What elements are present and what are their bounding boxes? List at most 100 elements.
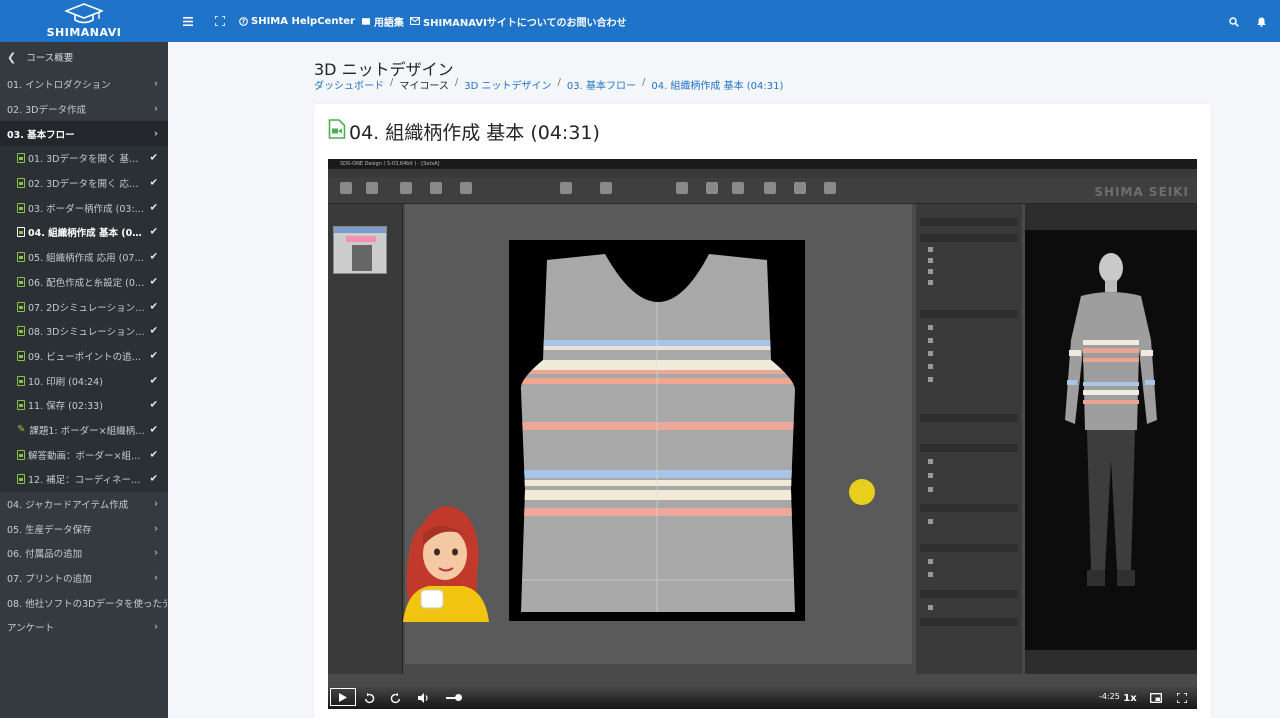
video-file-icon (17, 375, 25, 386)
volume-icon (417, 693, 428, 703)
check-icon: ✔ (149, 325, 158, 337)
help-center-link[interactable]: ? SHIMA HelpCenter (239, 16, 355, 27)
breadcrumb-dashboard[interactable]: ダッシュボード (314, 77, 384, 92)
chevron-right-icon: › (154, 547, 158, 559)
chevron-right-icon: › (154, 498, 158, 510)
video-file-icon (17, 252, 25, 263)
lesson-item[interactable]: 10. 印刷 (04:24) ✔ (0, 368, 168, 393)
pattern-thumbnail (333, 226, 387, 274)
video-file-icon (17, 153, 25, 164)
lesson-item[interactable]: 解答動画：ボーダー×組織... ✔ (0, 442, 168, 467)
breadcrumb-section[interactable]: 03. 基本フロー (567, 77, 636, 92)
work-menu-subitem (928, 571, 1014, 578)
question-circle-icon: ? (239, 16, 248, 26)
sidebar-section[interactable]: 01. イントロダクション › (0, 72, 168, 97)
work-menu-subitem (928, 257, 1014, 264)
fullscreen-button[interactable] (215, 16, 225, 26)
work-menu-subitem (928, 458, 1014, 465)
work-menu-subitem (928, 363, 1014, 370)
work-menu-subitem (928, 268, 1014, 275)
video-file-icon (17, 202, 25, 213)
work-menu-item (920, 544, 1018, 552)
brand-logo[interactable]: SHIMANAVI (0, 0, 168, 42)
app-menu-bar (328, 169, 1197, 178)
chevron-right-icon: › (154, 621, 158, 633)
tool-icon (460, 182, 472, 194)
work-menu-subitem (928, 518, 1014, 525)
work-menu-subitem (928, 279, 1014, 286)
check-icon: ✔ (149, 399, 158, 411)
pip-button[interactable] (1145, 690, 1167, 706)
sidebar-section-active[interactable]: 03. 基本フロー › (0, 121, 168, 147)
video-file-icon (17, 449, 25, 460)
lesson-item[interactable]: 06. 配色作成と糸設定 (05:... ✔ (0, 269, 168, 295)
hamburger-icon (183, 16, 193, 26)
lesson-item[interactable]: 12. 補足：コーディネート... ✔ (0, 467, 168, 492)
work-menu-subitem (928, 246, 1014, 253)
video-file-icon (17, 276, 25, 287)
search-icon (1229, 16, 1239, 27)
sidebar-section[interactable]: 08. 他社ソフトの3Dデータを使ったデザ (0, 590, 168, 615)
design-canvas (403, 204, 912, 664)
lesson-title: 04. 組織柄作成 基本 (04:31) (328, 118, 600, 145)
glossary-link[interactable]: 用語集 (361, 14, 404, 29)
tool-icon (824, 182, 836, 194)
brand-name: SHIMANAVI (46, 26, 122, 39)
sidebar-section[interactable]: アンケート › (0, 615, 168, 640)
contact-link[interactable]: SHIMANAVIサイトについてのお問い合わせ (409, 14, 627, 29)
lesson-item[interactable]: 03. ボーダー柄作成 (03:39) ✔ (0, 195, 168, 221)
chevron-right-icon: › (153, 128, 158, 140)
fullscreen-icon (1177, 693, 1187, 703)
sidebar-section[interactable]: 02. 3Dデータ作成 › (0, 97, 168, 122)
forward-button[interactable] (384, 690, 406, 706)
progress-scrubber[interactable] (455, 694, 462, 701)
search-button[interactable] (1229, 12, 1239, 31)
expand-icon (215, 16, 225, 26)
pencil-icon: ✎ (17, 424, 26, 436)
speed-button[interactable]: 1x (1119, 690, 1141, 706)
breadcrumb-my-course[interactable]: マイコース (399, 77, 449, 92)
work-menu-subitem (928, 486, 1014, 493)
work-menu-subitem (928, 558, 1014, 565)
lesson-item[interactable]: 07. 2Dシミュレーション実... ✔ (0, 294, 168, 319)
fullscreen-video-button[interactable] (1171, 690, 1193, 706)
rewind-button[interactable] (358, 690, 380, 706)
volume-button[interactable] (412, 690, 434, 706)
envelope-icon (409, 17, 420, 25)
sidebar-section[interactable]: 06. 付属品の追加 › (0, 541, 168, 566)
work-menu-item (920, 218, 1018, 226)
menu-toggle-button[interactable] (183, 16, 193, 26)
lesson-item[interactable]: 01. 3Dデータを開く 基本 (... ✔ (0, 146, 168, 171)
lesson-item[interactable]: 08. 3Dシミュレーション実... ✔ (0, 318, 168, 344)
lesson-item[interactable]: 09. ビューポイントの追加 ... ✔ (0, 343, 168, 369)
course-overview-link[interactable]: ❮ コース概要 (0, 42, 168, 72)
chevron-right-icon: › (154, 78, 158, 90)
check-icon: ✔ (149, 177, 158, 189)
work-menu-panel (916, 204, 1022, 674)
lesson-item[interactable]: 02. 3Dデータを開く 応用 (... ✔ (0, 170, 168, 196)
lesson-item[interactable]: 05. 組織柄作成 応用 (07:04) ✔ (0, 244, 168, 270)
sidebar-section[interactable]: 05. 生産データ保存 › (0, 516, 168, 541)
picture-in-picture-icon (1150, 693, 1162, 703)
realtime-3d-panel (1025, 204, 1197, 674)
app-title-bar: SDS-ONE Design ( S-03,64bit ) - [SetsA] (328, 159, 1197, 169)
sidebar-section[interactable]: 04. ジャカードアイテム作成 › (0, 492, 168, 517)
lesson-item-current[interactable]: 04. 組織柄作成 基本 (04:31)✔ (0, 220, 168, 245)
sidebar-section[interactable]: 07. プリントの追加 › (0, 566, 168, 591)
play-button[interactable] (330, 688, 356, 706)
breadcrumb-lesson[interactable]: 04. 組織柄作成 基本 (04:31) (651, 77, 783, 92)
chevron-right-icon: › (154, 572, 158, 584)
breadcrumb: ダッシュボード / マイコース / 3D ニットデザイン / 03. 基本フロー… (314, 77, 784, 92)
lesson-item[interactable]: 11. 保存 (02:33) ✔ (0, 392, 168, 418)
notifications-button[interactable] (1257, 12, 1266, 31)
work-menu-item (920, 234, 1018, 242)
breadcrumb-course[interactable]: 3D ニットデザイン (464, 77, 551, 92)
3d-preview (1025, 230, 1197, 650)
video-file-icon (17, 227, 25, 238)
work-menu-subitem (928, 350, 1014, 357)
video-player[interactable]: SDS-ONE Design ( S-03,64bit ) - [SetsA] … (328, 159, 1197, 709)
lesson-item[interactable]: ✎ 課題1: ボーダー×組織柄プ... ✔ (0, 417, 168, 443)
work-menu-item (920, 444, 1018, 452)
tool-icon (430, 182, 442, 194)
instructor-avatar (393, 494, 491, 622)
